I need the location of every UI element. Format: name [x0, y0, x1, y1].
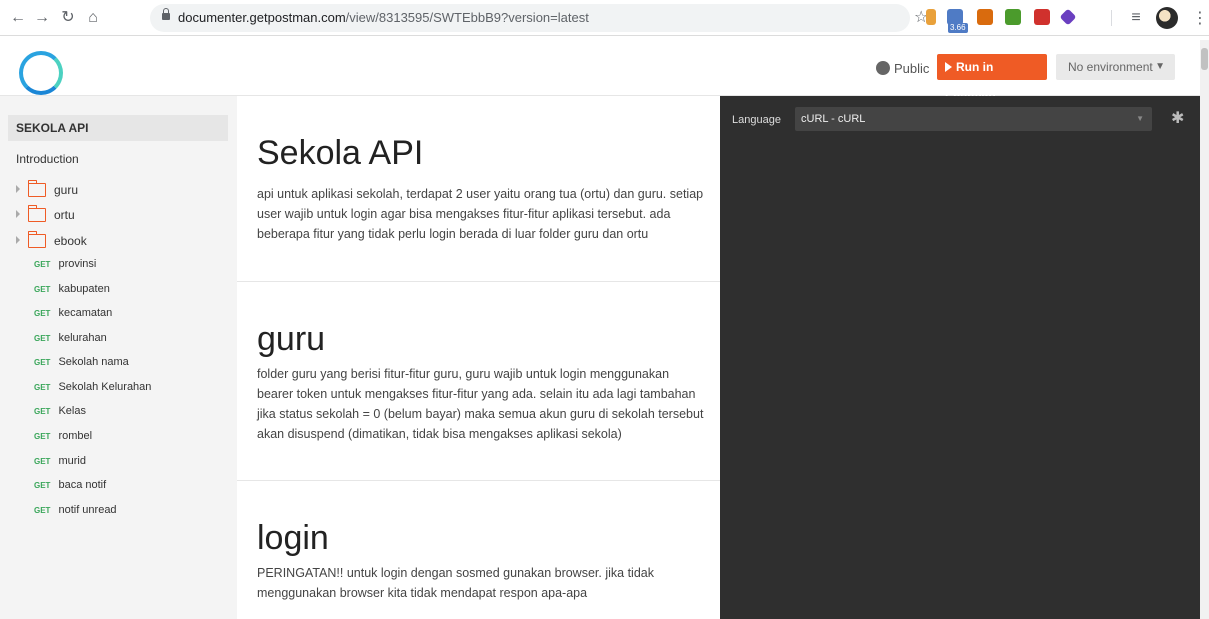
browser-toolbar: ← → ↻ ⌂ documenter.getpostman.com/view/8… — [0, 0, 1209, 36]
scrollbar-thumb[interactable] — [1201, 48, 1208, 70]
language-select[interactable]: cURL - cURL ▼ — [795, 107, 1152, 131]
extension-1-icon[interactable] — [926, 9, 936, 25]
method-badge: GET — [34, 285, 51, 294]
method-badge: GET — [34, 334, 51, 343]
chevron-down-icon: ▼ — [1155, 61, 1165, 72]
sidebar-item-introduction[interactable]: Introduction — [16, 152, 79, 166]
code-panel: Language cURL - cURL ▼ ✱ — [720, 96, 1209, 619]
forward-icon[interactable]: → — [32, 8, 52, 28]
method-badge: GET — [34, 432, 51, 441]
public-label: Public — [894, 61, 930, 76]
section-description: api untuk aplikasi sekolah, terdapat 2 u… — [257, 187, 704, 241]
collection-title[interactable]: SEKOLA API — [8, 115, 228, 141]
dropdown-arrow-icon: ▼ — [1136, 114, 1144, 123]
toolbar-divider — [1111, 10, 1112, 26]
extension-5-icon[interactable] — [1034, 9, 1050, 25]
run-in-postman-button[interactable]: Run in Postman — [937, 54, 1047, 100]
sidebar-request-kelurahan[interactable]: GET kelurahan — [34, 329, 107, 347]
folder-label: ebook — [54, 234, 87, 248]
sidebar-folder-ebook[interactable]: ebook — [16, 231, 87, 251]
sidebar-request-kelas[interactable]: GET Kelas — [34, 402, 86, 420]
address-bar[interactable]: documenter.getpostman.com/view/8313595/S… — [150, 4, 910, 32]
request-label: kelurahan — [58, 332, 107, 344]
extension-3-icon[interactable] — [977, 9, 993, 25]
section-title: Sekola API — [257, 134, 424, 172]
sidebar-folder-guru[interactable]: guru — [16, 180, 78, 200]
method-badge: GET — [34, 383, 51, 392]
url-host: documenter.getpostman.com — [178, 10, 346, 25]
environment-label: No environment — [1068, 60, 1153, 74]
extension-6-icon[interactable] — [1059, 8, 1077, 26]
method-badge: GET — [34, 407, 51, 416]
method-badge: GET — [34, 260, 51, 269]
request-label: notif unread — [58, 504, 117, 516]
section-description: PERINGATAN!! untuk login dengan sosmed g… — [257, 566, 654, 600]
home-icon[interactable]: ⌂ — [83, 8, 103, 28]
request-label: rombel — [58, 430, 93, 442]
sidebar-request-kecamatan[interactable]: GET kecamatan — [34, 304, 112, 322]
postman-logo[interactable] — [19, 51, 63, 95]
url-text[interactable]: documenter.getpostman.com/view/8313595/S… — [178, 10, 589, 25]
method-badge: GET — [34, 457, 51, 466]
reload-icon[interactable]: ↻ — [58, 8, 78, 28]
request-label: baca notif — [58, 479, 107, 491]
section-guru: guru folder guru yang berisi fitur-fitur… — [237, 282, 720, 481]
sidebar-folder-ortu[interactable]: ortu — [16, 205, 75, 225]
method-badge: GET — [34, 481, 51, 490]
kebab-icon[interactable]: ⋮ — [1192, 8, 1208, 28]
page-scrollbar[interactable] — [1200, 40, 1209, 619]
sidebar-request-baca-notif[interactable]: GET baca notif — [34, 476, 106, 494]
request-label: kecamatan — [58, 307, 113, 319]
globe-icon — [876, 61, 890, 75]
request-label: Sekolah Kelurahan — [58, 381, 152, 393]
sidebar-request-sekolah-kelurahan[interactable]: GET Sekolah Kelurahan — [34, 378, 151, 396]
sidebar-request-kabupaten[interactable]: GET kabupaten — [34, 280, 110, 298]
request-label: murid — [58, 455, 86, 467]
documentation-content: Sekola API api untuk aplikasi sekolah, t… — [237, 96, 720, 619]
section-title: login — [257, 519, 329, 557]
method-badge: GET — [34, 309, 51, 318]
documenter-header: Public Run in Postman No environment ▼ — [0, 37, 1209, 100]
play-icon — [945, 62, 952, 72]
section-description: folder guru yang berisi fitur-fitur guru… — [257, 367, 704, 441]
language-label: Language — [732, 114, 781, 126]
sidebar-request-rombel[interactable]: GET rombel — [34, 427, 92, 445]
extension-4-icon[interactable] — [1005, 9, 1021, 25]
folder-label: ortu — [54, 208, 75, 222]
caret-right-icon — [16, 236, 20, 244]
method-badge: GET — [34, 506, 51, 515]
section-title: guru — [257, 320, 326, 358]
public-indicator: Public — [876, 61, 929, 76]
sidebar: SEKOLA API Introduction guru ortu ebook … — [0, 96, 237, 619]
run-label: Run in Postman — [945, 60, 996, 100]
caret-right-icon — [16, 210, 20, 218]
extension-badge: 3.66 — [948, 23, 968, 33]
environment-select[interactable]: No environment ▼ — [1056, 54, 1175, 80]
folder-label: guru — [54, 183, 79, 197]
caret-right-icon — [16, 185, 20, 193]
url-path: /view/8313595/SWTEbbB9?version=latest — [345, 10, 589, 25]
folder-icon — [28, 231, 46, 248]
lock-icon — [162, 8, 170, 20]
back-icon[interactable]: ← — [8, 8, 28, 28]
request-label: Kelas — [58, 405, 86, 417]
profile-avatar[interactable] — [1156, 7, 1178, 29]
request-label: kabupaten — [58, 283, 110, 295]
section-introduction: Sekola API api untuk aplikasi sekolah, t… — [237, 96, 720, 282]
folder-icon — [28, 180, 46, 197]
sidebar-request-provinsi[interactable]: GET provinsi — [34, 255, 96, 273]
sidebar-request-notif-unread[interactable]: GET notif unread — [34, 501, 117, 519]
method-badge: GET — [34, 358, 51, 367]
request-label: provinsi — [58, 258, 97, 270]
folder-icon — [28, 205, 46, 222]
sidebar-request-sekolah-nama[interactable]: GET Sekolah nama — [34, 353, 129, 371]
section-login: login PERINGATAN!! untuk login dengan so… — [237, 481, 720, 619]
language-value: cURL - cURL — [801, 113, 866, 125]
reading-list-icon[interactable]: ≡ — [1126, 8, 1146, 28]
gear-icon[interactable]: ✱ — [1171, 108, 1184, 128]
request-label: Sekolah nama — [58, 356, 129, 368]
sidebar-request-murid[interactable]: GET murid — [34, 452, 86, 470]
